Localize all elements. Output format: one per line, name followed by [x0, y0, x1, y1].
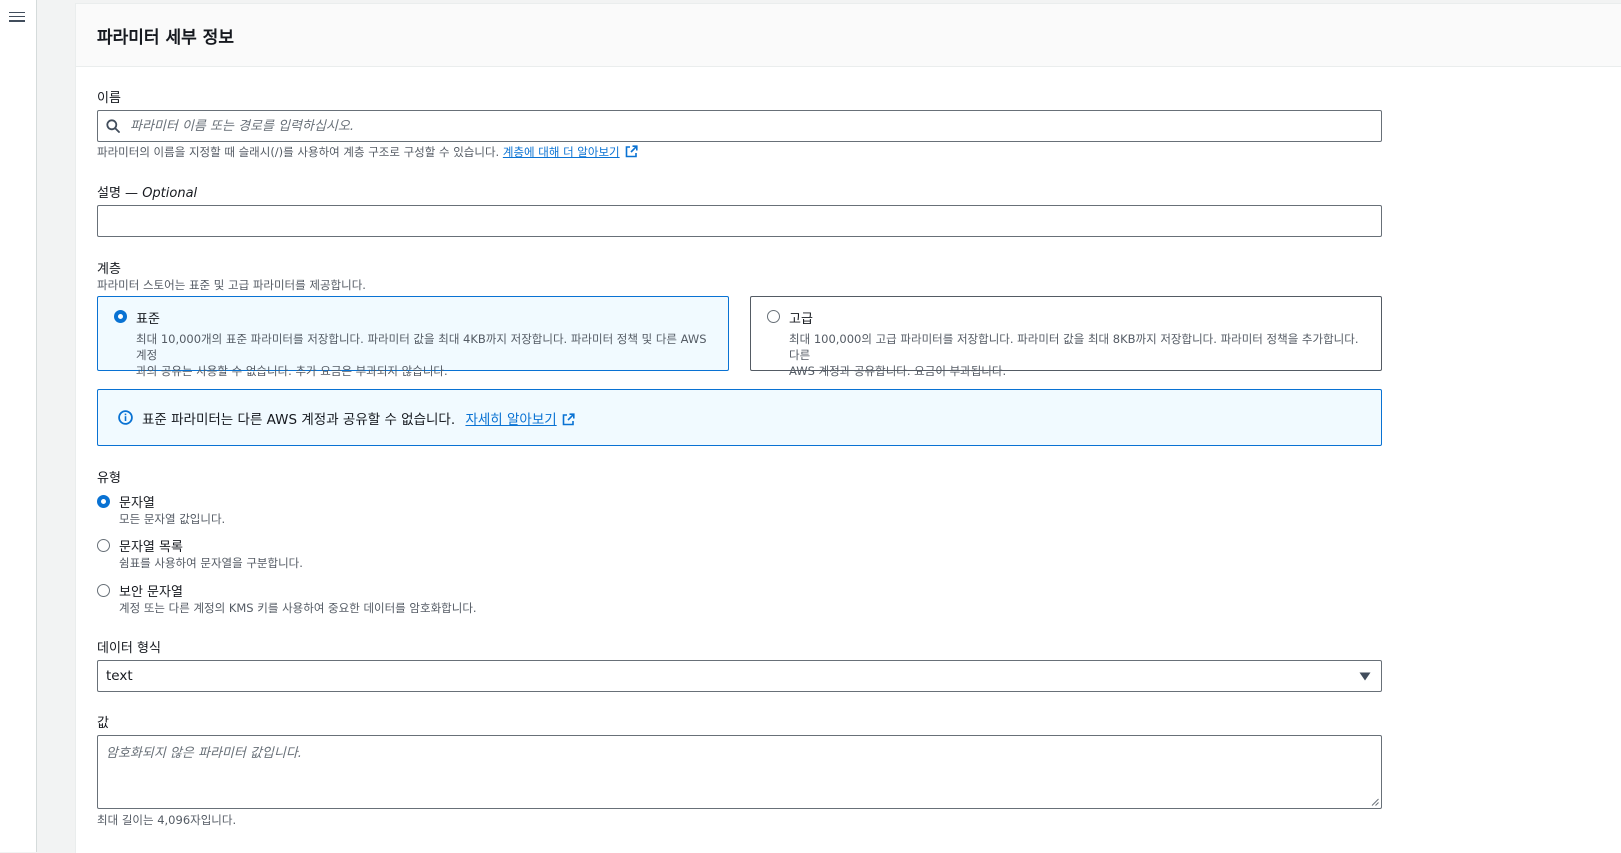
type-string-title: 문자열: [119, 496, 155, 511]
description-label: 설명 — Optional: [97, 182, 197, 201]
tier-hint: 파라미터 스토어는 표준 및 고급 파라미터를 제공합니다.: [97, 278, 366, 292]
type-string-list-title: 문자열 목록: [119, 540, 183, 555]
side-navigation-rail: [0, 0, 37, 852]
name-input[interactable]: [98, 111, 1381, 141]
hierarchy-learn-more-link[interactable]: 계층에 대해 더 알아보기: [503, 145, 620, 159]
external-link-icon[interactable]: [625, 145, 638, 158]
external-link-icon[interactable]: [562, 413, 575, 426]
tier-standard-radio[interactable]: [114, 310, 127, 323]
description-label-text: 설명 —: [97, 186, 143, 201]
panel-header: 파라미터 세부 정보: [76, 4, 1621, 67]
description-input[interactable]: [98, 206, 1381, 236]
alert-learn-more-link[interactable]: 자세히 알아보기: [465, 412, 556, 428]
info-alert: 표준 파라미터는 다른 AWS 계정과 공유할 수 없습니다. 자세히 알아보기: [97, 389, 1382, 446]
caret-down-icon: [1359, 672, 1371, 681]
tier-label: 계층: [97, 262, 121, 277]
info-icon: [118, 410, 133, 425]
data-format-value: text: [106, 668, 133, 684]
page-title: 파라미터 세부 정보: [97, 28, 234, 48]
type-label: 유형: [97, 471, 121, 486]
type-string-desc: 모든 문자열 값입니다.: [119, 512, 226, 526]
data-format-label: 데이터 형식: [97, 641, 161, 656]
value-label: 값: [97, 716, 109, 731]
optional-tag: Optional: [142, 186, 198, 201]
tier-advanced-radio[interactable]: [767, 310, 780, 323]
name-hint: 파라미터의 이름을 지정할 때 슬래시(/)를 사용하여 계층 구조로 구성할 …: [97, 144, 638, 160]
value-textarea-box[interactable]: [97, 735, 1382, 809]
value-textarea[interactable]: [98, 736, 1381, 808]
name-input-box[interactable]: [97, 110, 1382, 142]
tier-advanced-desc-line: AWS 계정과 공유합니다. 요금이 부과됩니다.: [789, 364, 1007, 378]
name-hint-text: 파라미터의 이름을 지정할 때 슬래시(/)를 사용하여 계층 구조로 구성할 …: [97, 145, 500, 159]
hamburger-menu-icon[interactable]: [9, 9, 25, 25]
parameter-details-panel: 파라미터 세부 정보 이름 파라미터의 이름을 지정할 때 슬래시(/)를 사용…: [75, 3, 1621, 853]
type-string-list-desc: 쉼표를 사용하여 문자열을 구분합니다.: [119, 556, 303, 570]
type-secure-string-desc: 계정 또는 다른 계정의 KMS 키를 사용하여 중요한 데이터를 암호화합니다…: [119, 601, 477, 615]
tier-advanced-desc: 최대 100,000의 고급 파라미터를 저장합니다. 파라미터 값을 최대 8…: [789, 331, 1369, 379]
tier-advanced-desc-line: 최대 100,000의 고급 파라미터를 저장합니다. 파라미터 값을 최대 8…: [789, 332, 1359, 362]
tier-standard-desc-line: 최대 10,000개의 표준 파라미터를 저장합니다. 파라미터 값을 최대 4…: [136, 332, 707, 362]
name-label: 이름: [97, 91, 121, 106]
tier-tiles: 표준 최대 10,000개의 표준 파라미터를 저장합니다. 파라미터 값을 최…: [97, 296, 1382, 378]
data-format-select[interactable]: text: [97, 660, 1382, 692]
search-icon: [106, 119, 120, 133]
tier-tile-standard[interactable]: 표준 최대 10,000개의 표준 파라미터를 저장합니다. 파라미터 값을 최…: [97, 296, 729, 378]
tier-standard-desc-line: 과의 공유는 사용할 수 없습니다. 추가 요금은 부과되지 않습니다.: [136, 364, 448, 378]
type-string-radio[interactable]: [97, 495, 110, 508]
description-input-box[interactable]: [97, 205, 1382, 237]
tier-advanced-title: 고급: [789, 312, 813, 327]
resize-handle-icon[interactable]: [1371, 798, 1379, 806]
tier-standard-title: 표준: [136, 312, 160, 327]
type-string-list-radio[interactable]: [97, 539, 110, 552]
type-secure-string-title: 보안 문자열: [119, 585, 183, 600]
type-secure-string-radio[interactable]: [97, 584, 110, 597]
alert-text: 표준 파라미터는 다른 AWS 계정과 공유할 수 없습니다.: [142, 412, 456, 428]
tier-tile-advanced[interactable]: 고급 최대 100,000의 고급 파라미터를 저장합니다. 파라미터 값을 최…: [750, 296, 1382, 378]
value-hint: 최대 길이는 4,096자입니다.: [97, 813, 237, 827]
tier-standard-desc: 최대 10,000개의 표준 파라미터를 저장합니다. 파라미터 값을 최대 4…: [136, 331, 716, 379]
